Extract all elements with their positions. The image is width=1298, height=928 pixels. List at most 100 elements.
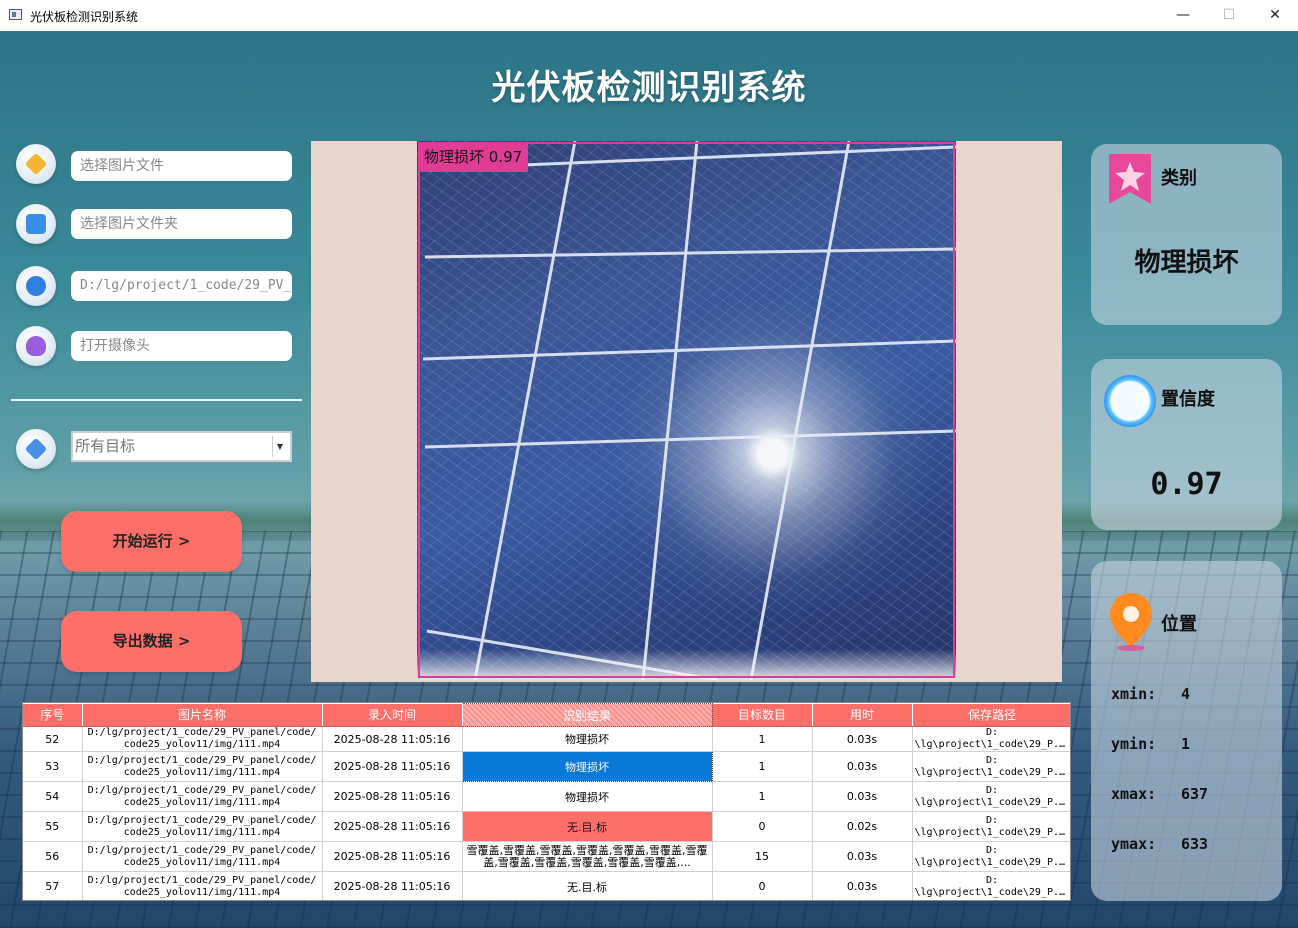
cell-result: 雪覆盖,雪覆盖,雪覆盖,雪覆盖,雪覆盖,雪覆盖,雪覆盖,雪覆盖,雪覆盖,雪覆盖,… <box>462 841 713 872</box>
cell-time: 2025-08-28 11:05:16 <box>322 811 463 842</box>
confidence-title: 置信度 <box>1161 389 1215 410</box>
ymax-label: ymax: <box>1111 835 1157 853</box>
column-header-cost[interactable]: 用时 <box>812 703 913 727</box>
cell-path: D: \lg\project\1_code\29_P... <box>912 841 1070 872</box>
confidence-value: 0.97 <box>1150 467 1223 502</box>
column-header-time[interactable]: 录入时间 <box>322 703 463 727</box>
cell-time: 2025-08-28 11:05:16 <box>322 726 463 752</box>
cell-result: 物理损坏 <box>462 726 713 752</box>
cell-time: 2025-08-28 11:05:16 <box>322 871 463 900</box>
column-header-count[interactable]: 目标数目 <box>712 703 813 727</box>
column-header-name[interactable]: 图片名称 <box>82 703 323 727</box>
ymin-label: ymin: <box>1111 735 1157 753</box>
location-pin-icon <box>1110 593 1152 651</box>
target-select-value: 所有目标 <box>75 437 136 455</box>
position-card: 位置 xmin: 4 ymin: 1 xmax: 637 ymax: 633 <box>1091 561 1282 901</box>
column-header-result[interactable]: 识别结果 <box>461 703 713 727</box>
image-folder-icon[interactable] <box>16 204 56 244</box>
table-row[interactable]: 53 D:/lg/project/1_code/29_PV_panel/code… <box>23 751 1070 782</box>
xmin-row: xmin: 4 <box>1111 685 1190 703</box>
table-header-row: 序号 图片名称 录入时间 识别结果 目标数目 用时 保存路径 <box>23 703 1070 727</box>
detection-label: 物理损坏 0.97 <box>418 142 529 172</box>
export-button[interactable]: 导出数据 > <box>61 611 242 672</box>
category-value: 物理损坏 <box>1134 248 1239 278</box>
target-select[interactable]: 所有目标 ▼ <box>71 431 292 462</box>
cell-id: 55 <box>23 811 83 842</box>
xmax-value: 637 <box>1181 785 1209 803</box>
cell-name: D:/lg/project/1_code/29_PV_panel/code/co… <box>82 751 323 782</box>
video-icon[interactable] <box>16 266 56 306</box>
xmax-row: xmax: 637 <box>1111 785 1208 803</box>
position-title: 位置 <box>1161 614 1197 635</box>
xmin-value: 4 <box>1181 685 1191 703</box>
ymin-row: ymin: 1 <box>1111 735 1190 753</box>
ymax-value: 633 <box>1181 835 1209 853</box>
cell-result-selected[interactable]: 物理损坏 <box>461 751 713 782</box>
bookmark-star-icon <box>1109 154 1151 204</box>
cell-time: 2025-08-28 11:05:16 <box>322 781 463 812</box>
app-title: 光伏板检测识别系统 <box>491 68 807 108</box>
cell-count: 1 <box>712 781 813 812</box>
cell-name: D:/lg/project/1_code/29_PV_panel/code/co… <box>82 781 323 812</box>
table-row[interactable]: 54 D:/lg/project/1_code/29_PV_panel/code… <box>23 781 1070 812</box>
column-header-id[interactable]: 序号 <box>23 703 83 727</box>
cell-cost: 0.03s <box>812 781 913 812</box>
cell-path: D: \lg\project\1_code\29_P... <box>912 781 1070 812</box>
app-icon <box>9 9 22 20</box>
confidence-icon <box>1104 375 1156 427</box>
image-file-field[interactable]: 选择图片文件 <box>71 151 292 181</box>
column-header-path[interactable]: 保存路径 <box>912 703 1070 727</box>
solar-panel-image: 物理损坏 0.97 <box>417 141 956 680</box>
confidence-card: 置信度 0.97 <box>1091 359 1282 530</box>
cell-id: 57 <box>23 871 83 900</box>
cell-count: 15 <box>712 841 813 872</box>
maximize-button[interactable]: ☐ <box>1206 0 1252 31</box>
cell-cost: 0.03s <box>812 871 913 900</box>
camera-field[interactable]: 打开摄像头 <box>71 331 292 361</box>
cell-path: D: \lg\project\1_code\29_P... <box>912 871 1070 900</box>
xmax-label: xmax: <box>1111 785 1157 803</box>
table-row[interactable]: 57 D:/lg/project/1_code/29_PV_panel/code… <box>23 871 1070 900</box>
start-button[interactable]: 开始运行 > <box>61 511 242 572</box>
cell-time: 2025-08-28 11:05:16 <box>322 751 463 782</box>
cell-id: 52 <box>23 726 83 752</box>
cell-id: 56 <box>23 841 83 872</box>
image-file-icon[interactable] <box>16 144 56 184</box>
results-table[interactable]: 序号 图片名称 录入时间 识别结果 目标数目 用时 保存路径 52 D:/lg/… <box>22 702 1071 901</box>
minimize-button[interactable]: — <box>1160 0 1206 31</box>
cell-id: 53 <box>23 751 83 782</box>
cell-time: 2025-08-28 11:05:16 <box>322 841 463 872</box>
ymin-value: 1 <box>1181 735 1191 753</box>
cell-cost: 0.02s <box>812 811 913 842</box>
chevron-down-icon[interactable]: ▼ <box>272 436 287 457</box>
cell-count: 0 <box>712 871 813 900</box>
cell-name: D:/lg/project/1_code/29_PV_panel/code/co… <box>82 871 323 900</box>
detection-box <box>418 142 955 678</box>
cell-path: D: \lg\project\1_code\29_P... <box>912 726 1070 752</box>
table-row[interactable]: 56 D:/lg/project/1_code/29_PV_panel/code… <box>23 841 1070 872</box>
table-row[interactable]: 55 D:/lg/project/1_code/29_PV_panel/code… <box>23 811 1070 842</box>
cell-path: D: \lg\project\1_code\29_P... <box>912 751 1070 782</box>
image-folder-field[interactable]: 选择图片文件夹 <box>71 209 292 239</box>
camera-icon[interactable] <box>16 326 56 366</box>
image-display: 物理损坏 0.97 <box>311 141 1062 682</box>
window-title: 光伏板检测识别系统 <box>30 10 139 24</box>
table-row[interactable]: 52 D:/lg/project/1_code/29_PV_panel/code… <box>23 726 1070 752</box>
cell-name: D:/lg/project/1_code/29_PV_panel/code/co… <box>82 726 323 752</box>
video-path-field[interactable]: D:/lg/project/1_code/29_PV_ <box>71 271 292 301</box>
cell-path: D: \lg\project\1_code\29_P... <box>912 811 1070 842</box>
window-titlebar: 光伏板检测识别系统 — ☐ ✕ <box>0 0 1298 32</box>
target-filter-icon <box>16 429 56 469</box>
cell-count: 1 <box>712 726 813 752</box>
cell-count: 0 <box>712 811 813 842</box>
cell-cost: 0.03s <box>812 751 913 782</box>
category-card: 类别 物理损坏 <box>1091 144 1282 325</box>
cell-name: D:/lg/project/1_code/29_PV_panel/code/co… <box>82 811 323 842</box>
ymax-row: ymax: 633 <box>1111 835 1208 853</box>
cell-result: 物理损坏 <box>462 781 713 812</box>
cell-result-empty: 无.目.标 <box>462 811 713 842</box>
close-button[interactable]: ✕ <box>1252 0 1298 31</box>
cell-result: 无.目.标 <box>462 871 713 900</box>
cell-id: 54 <box>23 781 83 812</box>
xmin-label: xmin: <box>1111 685 1157 703</box>
